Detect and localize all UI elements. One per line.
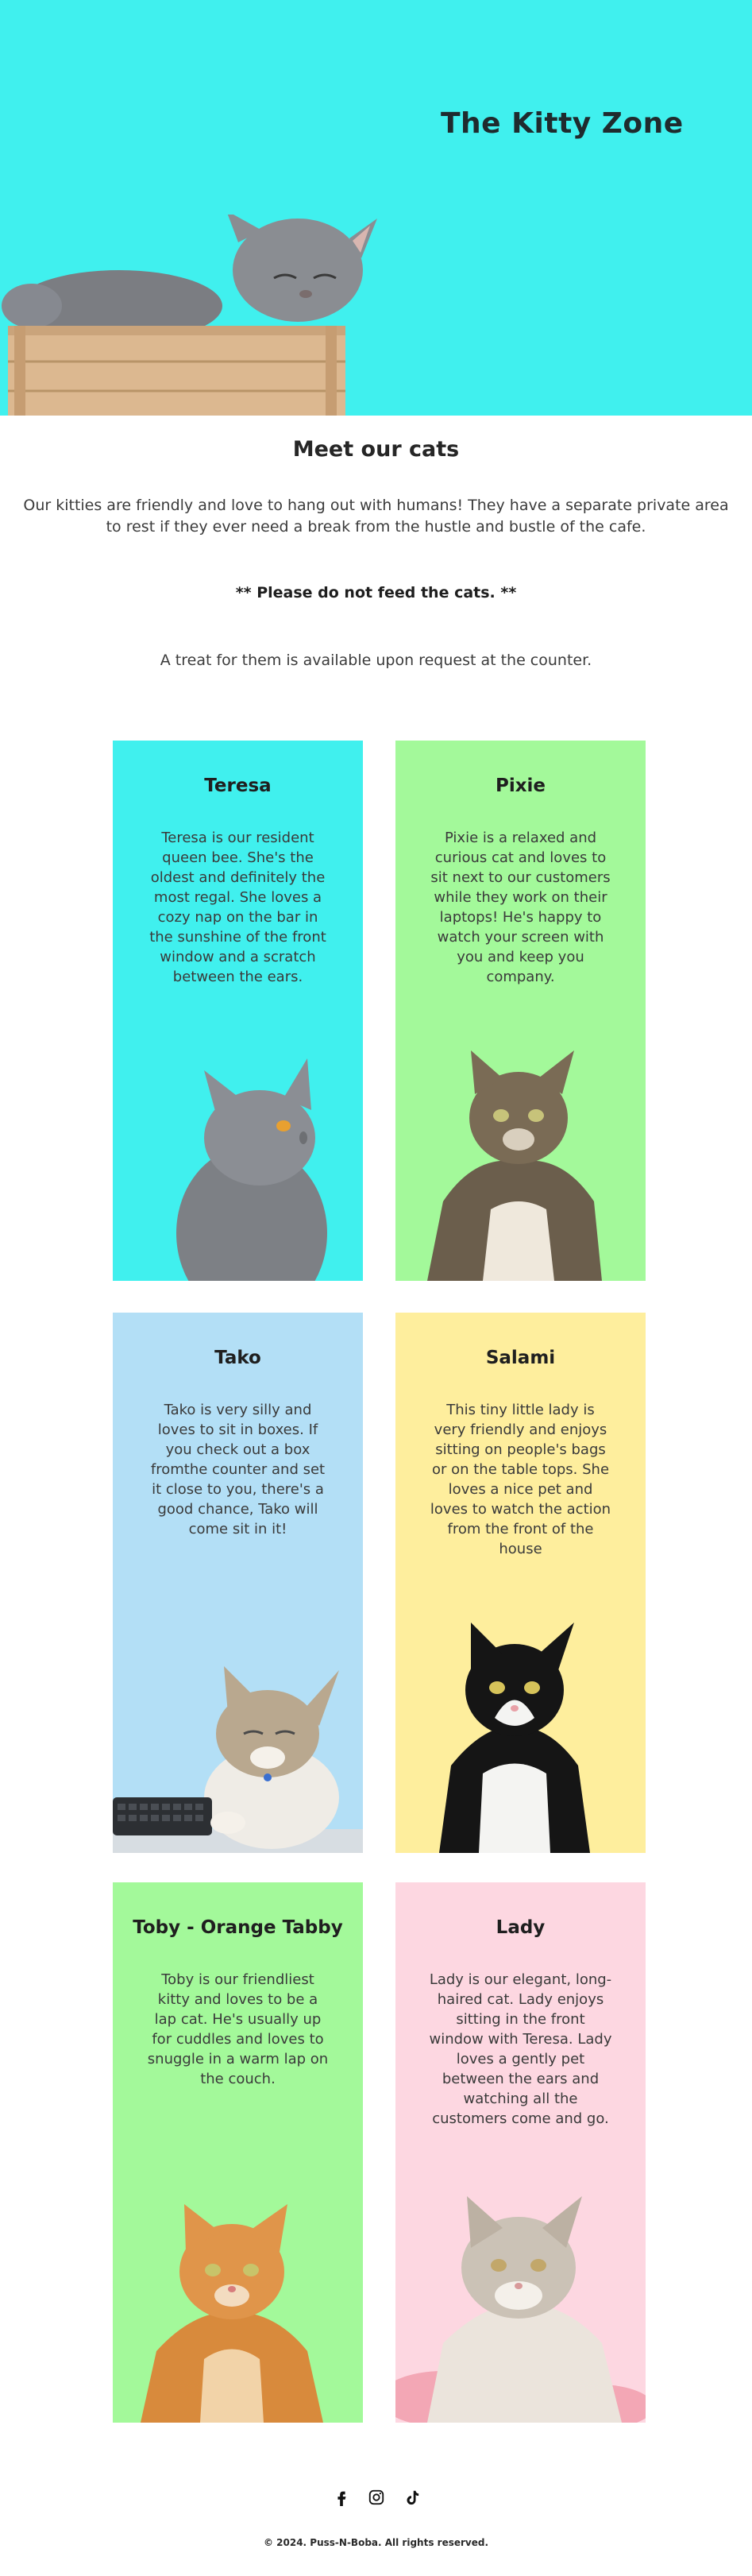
treat-note: A treat for them is available upon reque… bbox=[160, 652, 592, 669]
grey-cat-image bbox=[176, 1058, 327, 1281]
cat-name: Toby - Orange Tabby bbox=[133, 1917, 343, 1938]
long-haired-cat-image bbox=[395, 2196, 646, 2423]
cat-name: Teresa bbox=[204, 776, 272, 796]
cat-card-toby: Toby - Orange Tabby Toby is our friendli… bbox=[113, 1882, 363, 2423]
section-heading: Meet our cats bbox=[292, 437, 460, 462]
cat-card-pixie: Pixie Pixie is a relaxed and curious cat… bbox=[395, 741, 646, 1281]
tuxedo-cat-image bbox=[439, 1623, 590, 1853]
instagram-icon[interactable] bbox=[366, 2487, 387, 2508]
cat-name: Lady bbox=[496, 1917, 546, 1938]
tabby-cat-image bbox=[427, 1050, 602, 1281]
cat-description: Teresa is our resident queen bee. She's … bbox=[149, 830, 326, 985]
cat-name: Salami bbox=[485, 1348, 556, 1368]
cat-card-teresa: Teresa Teresa is our resident queen bee.… bbox=[113, 741, 363, 1281]
no-feeding-warning: ** Please do not feed the cats. ** bbox=[235, 584, 517, 601]
sleeping-cat-in-crate-image bbox=[2, 215, 377, 416]
cat-description: Toby is our friendliest kitty and loves … bbox=[147, 1971, 329, 2087]
cat-description: Lady is our elegant, long-haired cat. La… bbox=[429, 1971, 612, 2127]
orange-tabby-image bbox=[141, 2204, 323, 2423]
social-links bbox=[0, 2487, 752, 2508]
facebook-icon[interactable] bbox=[331, 2487, 352, 2508]
cat-description: Tako is very silly and loves to sit in b… bbox=[150, 1402, 326, 1537]
tiktok-icon[interactable] bbox=[401, 2487, 422, 2508]
cat-card-lady: Lady Lady is our elegant, long-haired ca… bbox=[395, 1882, 646, 2423]
cat-description: This tiny little lady is very friendly a… bbox=[430, 1402, 611, 1557]
cat-card-salami: Salami This tiny little lady is very fri… bbox=[395, 1313, 646, 1853]
cat-with-keyboard-image bbox=[113, 1666, 363, 1853]
cat-description: Pixie is a relaxed and curious cat and l… bbox=[430, 830, 611, 985]
site-title: The Kitty Zone bbox=[441, 107, 684, 140]
cat-card-tako: Tako Tako is very silly and loves to sit… bbox=[113, 1313, 363, 1853]
copyright-notice: © 2024. Puss-N-Boba. All rights reserved… bbox=[263, 2537, 489, 2548]
intro-paragraph: Our kitties are friendly and love to han… bbox=[23, 497, 729, 536]
cat-name: Tako bbox=[214, 1348, 261, 1368]
hero-banner: The Kitty Zone bbox=[0, 0, 752, 416]
cat-name: Pixie bbox=[495, 776, 546, 796]
